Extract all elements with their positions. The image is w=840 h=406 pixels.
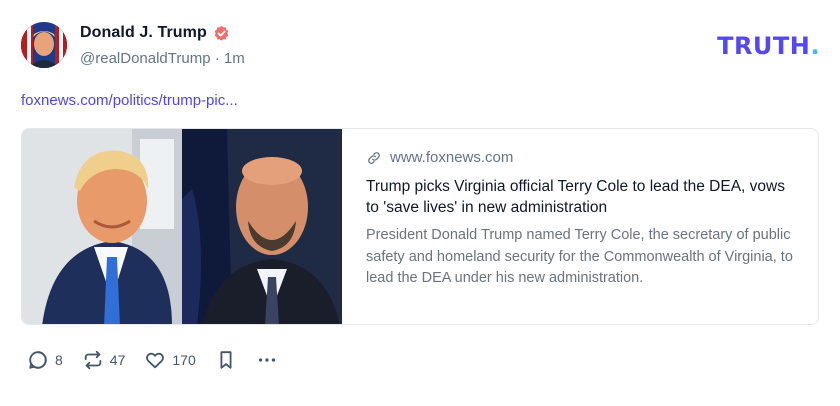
- retruth-count: 47: [109, 352, 126, 368]
- truth-post: Donald J. Trump @realDonaldTrump · 1m TR…: [0, 0, 840, 406]
- reply-icon: [29, 351, 47, 369]
- author-handle[interactable]: @realDonaldTrump: [80, 50, 211, 67]
- post-time[interactable]: 1m: [224, 50, 245, 67]
- verified-badge-icon: [214, 25, 229, 41]
- author-avatar[interactable]: [21, 22, 67, 68]
- card-image: [22, 129, 342, 324]
- more-options-button[interactable]: [256, 349, 278, 371]
- card-domain: www.foxnews.com: [390, 149, 514, 166]
- author-meta: @realDonaldTrump · 1m: [80, 50, 245, 67]
- bookmark-icon: [220, 351, 232, 369]
- reply-button[interactable]: 8: [27, 349, 63, 371]
- retruth-icon: [84, 350, 102, 370]
- more-icon: [258, 358, 275, 362]
- card-title: Trump picks Virginia official Terry Cole…: [366, 178, 785, 216]
- card-body: www.foxnews.com Trump picks Virginia off…: [342, 129, 818, 324]
- retruth-button[interactable]: 47: [82, 349, 126, 371]
- truth-social-logo[interactable]: TRUTH.: [717, 32, 820, 60]
- logo-text: TRUTH: [717, 32, 811, 60]
- like-button[interactable]: 170: [144, 349, 196, 371]
- like-count: 170: [172, 352, 196, 368]
- post-link[interactable]: foxnews.com/politics/trump-pic...: [21, 92, 238, 109]
- reply-count: 8: [55, 352, 63, 368]
- card-description: President Donald Trump named Terry Cole,…: [366, 227, 793, 286]
- post-actions: 8 47 170: [27, 349, 297, 371]
- card-domain-row: www.foxnews.com: [366, 149, 798, 166]
- logo-dot: .: [810, 32, 820, 60]
- bookmark-button[interactable]: [215, 349, 237, 371]
- author-display-name[interactable]: Donald J. Trump: [80, 24, 207, 42]
- meta-separator: ·: [214, 50, 220, 67]
- link-preview-card[interactable]: www.foxnews.com Trump picks Virginia off…: [21, 128, 819, 325]
- link-icon: [368, 151, 380, 164]
- like-icon: [146, 352, 165, 369]
